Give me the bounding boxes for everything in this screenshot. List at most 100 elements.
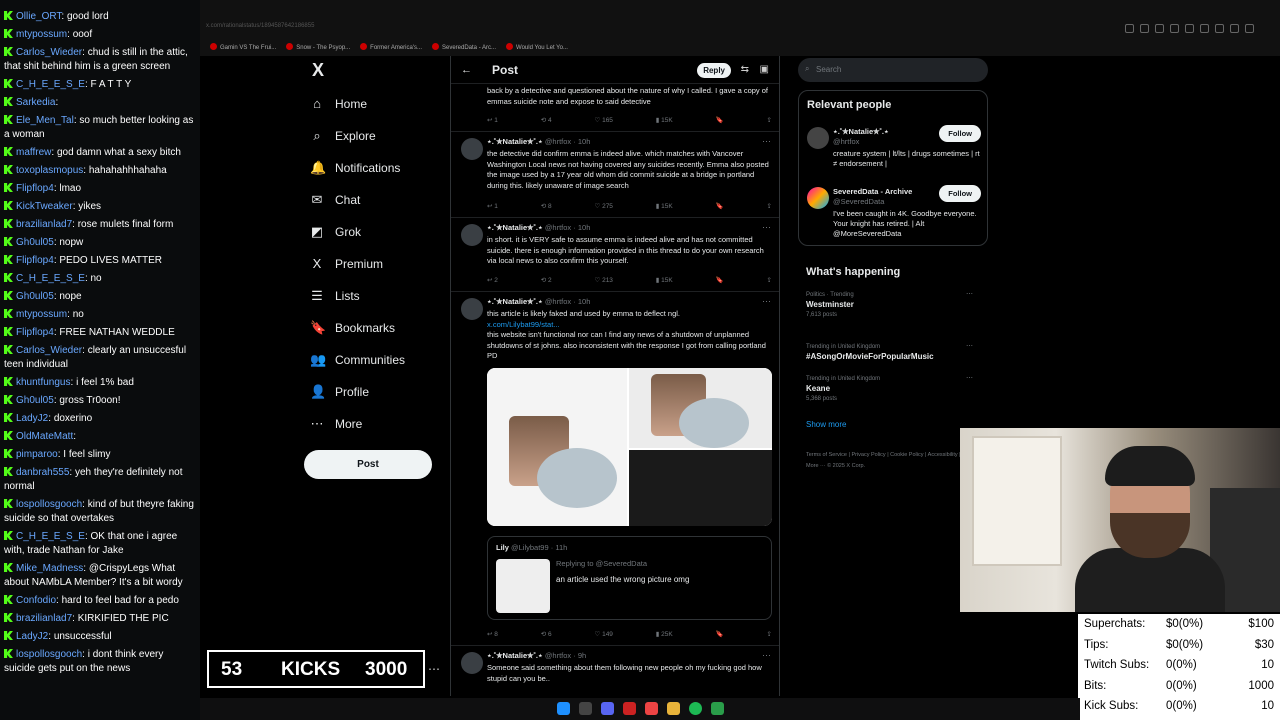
show-more-link[interactable]: Show more — [806, 420, 846, 429]
download-icon[interactable] — [1230, 24, 1239, 33]
more-icon[interactable]: ⋯ — [762, 222, 771, 233]
follow-button[interactable]: Follow — [939, 185, 981, 202]
nav-item-bookmarks[interactable]: 🔖 Bookmarks — [310, 320, 395, 336]
chat-username[interactable]: khuntfungus — [16, 377, 71, 388]
tweet-image[interactable] — [487, 368, 772, 526]
nav-item-chat[interactable]: ✉ Chat — [310, 192, 361, 208]
repost-action[interactable]: ⟲ 2 — [541, 276, 552, 287]
reply-action[interactable]: ↩ 8 — [487, 630, 498, 641]
avatar[interactable] — [461, 298, 483, 320]
bookmark-item[interactable]: SeveredData - Arc... — [432, 43, 496, 51]
like-action[interactable]: ♡ 149 — [594, 630, 613, 641]
chat-username[interactable]: Flipflop4 — [16, 255, 54, 266]
avatar[interactable] — [461, 652, 483, 674]
trend-item[interactable]: Trending in United Kingdom #ASongOrMovieF… — [806, 342, 981, 362]
chat-username[interactable]: Gh0ul05 — [16, 395, 54, 406]
more-icon[interactable]: ⋯ — [762, 296, 771, 307]
chat-username[interactable]: Confodio — [16, 595, 56, 606]
chat-username[interactable]: Ele_Men_Tal — [16, 115, 74, 126]
bookmark-item[interactable]: Former America's... — [360, 43, 422, 51]
share-icon[interactable]: ⇪ — [766, 276, 771, 287]
nav-item-communities[interactable]: 👥 Communities — [310, 352, 405, 368]
browser-icon[interactable] — [645, 702, 658, 715]
chat-username[interactable]: brazilianlad7 — [16, 219, 72, 230]
bookmark-item[interactable]: Snow - The Psyop... — [286, 43, 350, 51]
trend-item[interactable]: Politics · Trending Westminster 7,613 post… — [806, 290, 981, 320]
discord-icon[interactable] — [601, 702, 614, 715]
person-name[interactable]: SeveredData - Archive — [833, 187, 912, 197]
bookmark-star-icon[interactable] — [1140, 24, 1149, 33]
back-arrow-icon[interactable]: ← — [461, 64, 472, 76]
nav-item-profile[interactable]: 👤 Profile — [310, 384, 369, 400]
bookmark-icon[interactable]: 🔖 — [716, 202, 724, 213]
views-action[interactable]: ▮ 15K — [656, 202, 673, 213]
chat-username[interactable]: danbrah555 — [16, 467, 69, 478]
chat-username[interactable]: Carlos_Wieder — [16, 47, 82, 58]
reader-icon[interactable]: ▣ — [760, 64, 769, 75]
extension-icon[interactable] — [1215, 24, 1224, 33]
chat-username[interactable]: lospollosgooch — [16, 499, 82, 510]
chat-username[interactable]: brazilianlad7 — [16, 613, 72, 624]
nav-item-explore[interactable]: ⌕ Explore — [310, 128, 375, 144]
chat-username[interactable]: mtypossum — [16, 309, 67, 320]
chat-username[interactable]: Mike_Madness — [16, 563, 83, 574]
folder-icon[interactable] — [667, 702, 680, 715]
nav-item-more[interactable]: ⋯ More — [310, 416, 363, 432]
chat-username[interactable]: Flipflop4 — [16, 327, 54, 338]
avatar[interactable] — [461, 224, 483, 246]
extension-icon[interactable] — [1155, 24, 1164, 33]
spotify-icon[interactable] — [689, 702, 702, 715]
nav-item-lists[interactable]: ☰ Lists — [310, 288, 360, 304]
views-action[interactable]: ▮ 25K — [656, 630, 673, 641]
nav-item-home[interactable]: ⌂ Home — [310, 96, 367, 111]
person-name[interactable]: ⋆.˚✮Natalie✮˚.⋆ — [833, 127, 889, 137]
chat-username[interactable]: C_H_E_E_S_E — [16, 531, 85, 542]
like-action[interactable]: ♡ 275 — [594, 202, 613, 213]
like-action[interactable]: ♡ 165 — [594, 116, 613, 127]
reply-action[interactable]: ↩ 1 — [487, 202, 498, 213]
timestamp[interactable]: 10h — [578, 223, 591, 232]
reply-button[interactable]: Reply — [697, 63, 731, 78]
chat-username[interactable]: LadyJ2 — [16, 413, 48, 424]
chat-username[interactable]: KickTweaker — [16, 201, 73, 212]
avatar[interactable] — [807, 127, 829, 149]
more-icon[interactable]: ⋯ — [966, 342, 973, 352]
share-icon[interactable]: ⇪ — [766, 202, 771, 213]
extension-icon[interactable] — [1185, 24, 1194, 33]
search-icon[interactable] — [579, 702, 592, 715]
avatar[interactable] — [807, 187, 829, 209]
share-icon[interactable]: ⇪ — [766, 116, 771, 127]
tweet[interactable]: back by a detective and questioned about… — [451, 84, 779, 132]
chat-username[interactable]: pimparoo — [16, 449, 58, 460]
chat-username[interactable]: Gh0ul05 — [16, 291, 54, 302]
tweet[interactable]: ⋆.˚✮Natalie✮˚.⋆ @hrtfox · 10h ⋯ in short. … — [451, 218, 779, 292]
views-action[interactable]: ▮ 15K — [656, 116, 673, 127]
reply-action[interactable]: ↩ 1 — [487, 116, 498, 127]
address-bar[interactable]: x.com/rationalstatus/1894587642186855 — [206, 23, 806, 35]
extension-icon[interactable] — [1200, 24, 1209, 33]
share-icon[interactable]: ⇪ — [766, 630, 771, 641]
bookmark-item[interactable]: Gamin VS The Frui... — [210, 43, 276, 51]
bookmark-icon[interactable]: 🔖 — [716, 630, 724, 641]
more-icon[interactable]: ⋯ — [966, 374, 973, 384]
timestamp[interactable]: 10h — [578, 137, 591, 146]
trend-item[interactable]: Trending in United Kingdom Keane 5,368 pos… — [806, 374, 981, 404]
search-input[interactable]: Search — [798, 58, 988, 82]
tweet[interactable]: ⋆.˚✮Natalie✮˚.⋆ @hrtfox · 9h ⋯ Someone sai… — [451, 646, 779, 696]
extension-icon[interactable] — [1170, 24, 1179, 33]
chat-username[interactable]: Gh0ul05 — [16, 237, 54, 248]
more-icon[interactable]: ⋯ — [762, 650, 771, 661]
start-icon[interactable] — [557, 702, 570, 715]
chat-username[interactable]: Flipflop4 — [16, 183, 54, 194]
nav-item-notifications[interactable]: 🔔 Notifications — [310, 160, 400, 176]
nav-item-premium[interactable]: X Premium — [310, 256, 383, 271]
repost-action[interactable]: ⟲ 8 — [541, 202, 552, 213]
bookmark-icon[interactable]: 🔖 — [716, 276, 724, 287]
tweet[interactable]: ⋆.˚✮Natalie✮˚.⋆ @hrtfox · 10h ⋯ the detect… — [451, 132, 779, 218]
repost-action[interactable]: ⟲ 6 — [541, 630, 552, 641]
tweet[interactable]: ⋆.˚✮Natalie✮˚.⋆ @hrtfox · 10h ⋯ this artic… — [451, 292, 779, 646]
author-name[interactable]: ⋆.˚✮Natalie✮˚.⋆ — [487, 297, 543, 306]
footer-links[interactable]: Terms of Service | Privacy Policy | Cook… — [806, 450, 986, 472]
quote-author-name[interactable]: Lily — [496, 543, 509, 552]
follow-button[interactable]: Follow — [939, 125, 981, 142]
